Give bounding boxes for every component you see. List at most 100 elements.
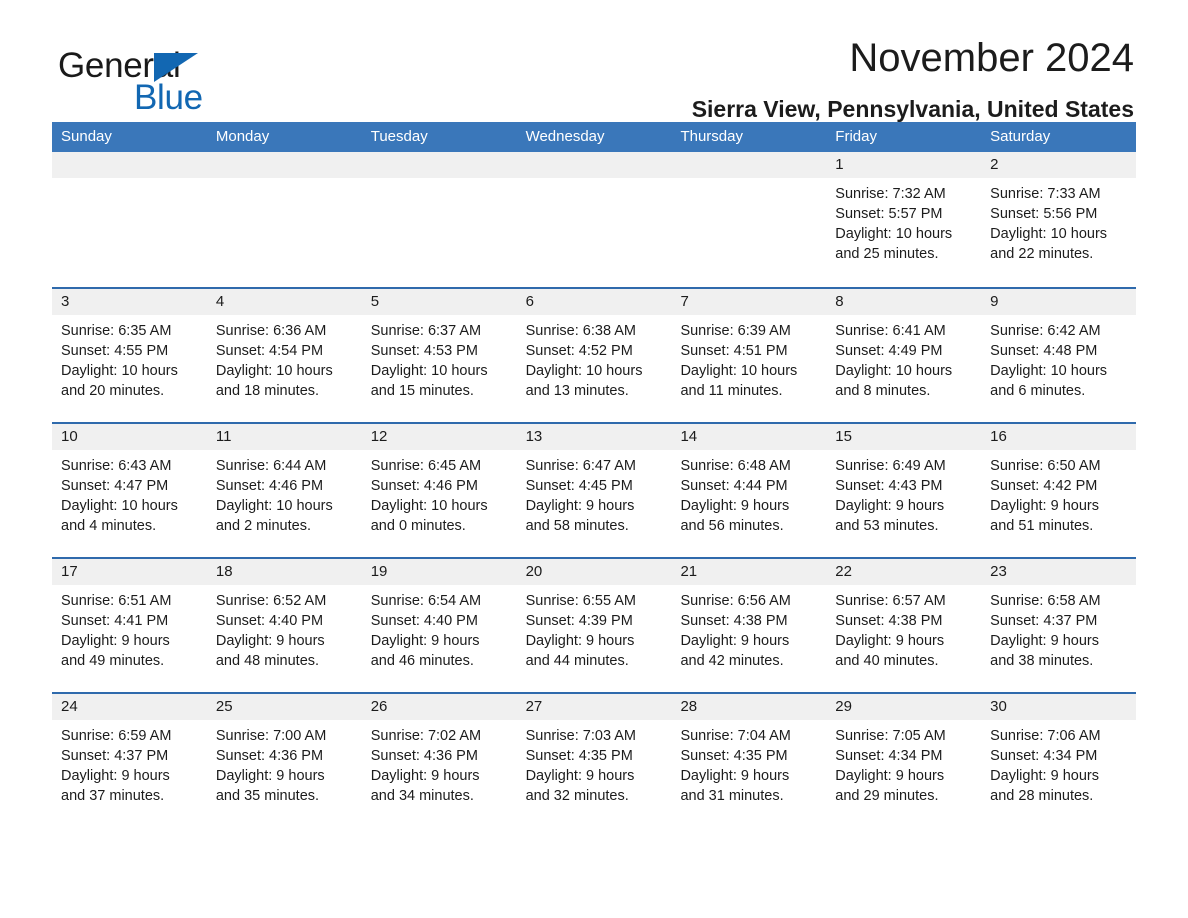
daylight-text-line2: and 58 minutes. (525, 518, 629, 534)
day-info: Sunrise: 6:42 AM Sunset: 4:48 PM Dayligh… (981, 315, 1136, 401)
day-cell[interactable]: 14 Sunrise: 6:48 AM Sunset: 4:44 PM Dayl… (671, 424, 827, 557)
day-number: 23 (981, 559, 1137, 585)
day-number: 14 (671, 424, 827, 450)
day-info: Sunrise: 6:49 AM Sunset: 4:43 PM Dayligh… (826, 450, 981, 536)
sunrise-text: Sunrise: 7:02 AM (370, 728, 482, 744)
day-info: Sunrise: 6:38 AM Sunset: 4:52 PM Dayligh… (517, 315, 672, 401)
day-info: Sunrise: 7:00 AM Sunset: 4:36 PM Dayligh… (207, 720, 362, 806)
day-cell (52, 152, 207, 287)
day-number: 27 (516, 694, 672, 720)
day-number: 16 (981, 424, 1137, 450)
sunrise-text: Sunrise: 6:58 AM (990, 593, 1101, 609)
daylight-text-line1: Daylight: 10 hours (370, 498, 488, 514)
day-number: 2 (981, 152, 1137, 178)
day-info: Sunrise: 7:02 AM Sunset: 4:36 PM Dayligh… (362, 720, 517, 806)
day-cell[interactable]: 29 Sunrise: 7:05 AM Sunset: 4:34 PM Dayl… (826, 694, 982, 827)
sunrise-text: Sunrise: 6:45 AM (370, 458, 482, 474)
day-cell[interactable]: 18 Sunrise: 6:52 AM Sunset: 4:40 PM Dayl… (206, 559, 362, 692)
day-cell[interactable]: 25 Sunrise: 7:00 AM Sunset: 4:36 PM Dayl… (206, 694, 362, 827)
sunset-text: Sunset: 4:34 PM (990, 748, 1098, 764)
daylight-text-line1: Daylight: 9 hours (61, 633, 170, 649)
daylight-text-line2: and 2 minutes. (215, 518, 311, 534)
daylight-text-line2: and 56 minutes. (680, 518, 784, 534)
day-cell[interactable]: 13 Sunrise: 6:47 AM Sunset: 4:45 PM Dayl… (516, 424, 672, 557)
sunset-text: Sunset: 4:53 PM (370, 343, 478, 359)
daylight-text-line1: Daylight: 10 hours (680, 363, 798, 379)
day-number: 8 (826, 289, 982, 315)
day-number: 10 (52, 424, 207, 450)
daylight-text-line2: and 8 minutes. (835, 383, 931, 399)
day-cell[interactable]: 24 Sunrise: 6:59 AM Sunset: 4:37 PM Dayl… (52, 694, 207, 827)
day-cell[interactable]: 17 Sunrise: 6:51 AM Sunset: 4:41 PM Dayl… (52, 559, 207, 692)
day-number: 21 (671, 559, 827, 585)
day-number: 28 (671, 694, 827, 720)
day-info: Sunrise: 6:35 AM Sunset: 4:55 PM Dayligh… (52, 315, 207, 401)
day-cell[interactable]: 9 Sunrise: 6:42 AM Sunset: 4:48 PM Dayli… (981, 289, 1137, 422)
sunrise-text: Sunrise: 7:32 AM (835, 186, 946, 202)
sunset-text: Sunset: 4:37 PM (990, 613, 1098, 629)
day-cell[interactable]: 2 Sunrise: 7:33 AM Sunset: 5:56 PM Dayli… (981, 152, 1137, 287)
logo-text-blue: Blue (134, 78, 203, 117)
daylight-text-line1: Daylight: 9 hours (370, 768, 480, 784)
sunset-text: Sunset: 4:41 PM (61, 613, 169, 629)
day-cell[interactable]: 27 Sunrise: 7:03 AM Sunset: 4:35 PM Dayl… (516, 694, 672, 827)
daylight-text-line1: Daylight: 10 hours (835, 363, 953, 379)
day-number: 25 (206, 694, 362, 720)
daylight-text-line1: Daylight: 10 hours (990, 363, 1108, 379)
day-cell[interactable]: 10 Sunrise: 6:43 AM Sunset: 4:47 PM Dayl… (52, 424, 207, 557)
day-number (671, 152, 827, 178)
daylight-text-line1: Daylight: 9 hours (990, 768, 1099, 784)
daylight-text-line1: Daylight: 10 hours (370, 363, 488, 379)
day-cell (361, 152, 517, 287)
day-cell[interactable]: 26 Sunrise: 7:02 AM Sunset: 4:36 PM Dayl… (361, 694, 517, 827)
day-cell[interactable]: 5 Sunrise: 6:37 AM Sunset: 4:53 PM Dayli… (361, 289, 517, 422)
day-info: Sunrise: 6:39 AM Sunset: 4:51 PM Dayligh… (671, 315, 826, 401)
daylight-text-line1: Daylight: 9 hours (835, 633, 945, 649)
daylight-text-line1: Daylight: 10 hours (215, 498, 333, 514)
daylight-text-line2: and 6 minutes. (990, 383, 1086, 399)
daylight-text-line2: and 42 minutes. (680, 653, 784, 669)
day-cell[interactable]: 21 Sunrise: 6:56 AM Sunset: 4:38 PM Dayl… (671, 559, 827, 692)
page-header: General Blue November 2024 Sierra View, … (52, 0, 1136, 122)
day-cell[interactable]: 20 Sunrise: 6:55 AM Sunset: 4:39 PM Dayl… (516, 559, 672, 692)
daylight-text-line1: Daylight: 9 hours (370, 633, 480, 649)
daylight-text-line2: and 53 minutes. (835, 518, 939, 534)
day-info: Sunrise: 6:54 AM Sunset: 4:40 PM Dayligh… (362, 585, 517, 671)
day-number: 30 (981, 694, 1137, 720)
weekday-header-row: Sunday Monday Tuesday Wednesday Thursday… (52, 122, 1136, 152)
day-number (206, 152, 362, 178)
sunrise-text: Sunrise: 6:50 AM (990, 458, 1101, 474)
day-cell[interactable]: 7 Sunrise: 6:39 AM Sunset: 4:51 PM Dayli… (671, 289, 827, 422)
day-cell[interactable]: 19 Sunrise: 6:54 AM Sunset: 4:40 PM Dayl… (361, 559, 517, 692)
day-cell[interactable]: 28 Sunrise: 7:04 AM Sunset: 4:35 PM Dayl… (671, 694, 827, 827)
daylight-text-line2: and 35 minutes. (215, 788, 320, 804)
day-cell (206, 152, 362, 287)
sunrise-text: Sunrise: 6:43 AM (61, 458, 172, 474)
day-cell[interactable]: 15 Sunrise: 6:49 AM Sunset: 4:43 PM Dayl… (826, 424, 982, 557)
sunset-text: Sunset: 4:42 PM (990, 478, 1098, 494)
day-cell[interactable]: 4 Sunrise: 6:36 AM Sunset: 4:54 PM Dayli… (206, 289, 362, 422)
day-number: 13 (516, 424, 672, 450)
daylight-text-line1: Daylight: 9 hours (215, 633, 325, 649)
day-cell[interactable]: 12 Sunrise: 6:45 AM Sunset: 4:46 PM Dayl… (361, 424, 517, 557)
sunrise-text: Sunrise: 7:03 AM (525, 728, 636, 744)
daylight-text-line1: Daylight: 9 hours (61, 768, 170, 784)
day-number (52, 152, 207, 178)
daylight-text-line1: Daylight: 10 hours (525, 363, 643, 379)
day-cell[interactable]: 23 Sunrise: 6:58 AM Sunset: 4:37 PM Dayl… (981, 559, 1137, 692)
day-cell[interactable]: 1 Sunrise: 7:32 AM Sunset: 5:57 PM Dayli… (826, 152, 982, 287)
day-cell[interactable]: 3 Sunrise: 6:35 AM Sunset: 4:55 PM Dayli… (52, 289, 207, 422)
daylight-text-line1: Daylight: 9 hours (990, 633, 1099, 649)
day-cell[interactable]: 22 Sunrise: 6:57 AM Sunset: 4:38 PM Dayl… (826, 559, 982, 692)
weekday-header-thursday: Thursday (680, 128, 743, 145)
day-cell[interactable]: 8 Sunrise: 6:41 AM Sunset: 4:49 PM Dayli… (826, 289, 982, 422)
day-number: 4 (206, 289, 362, 315)
day-cell[interactable]: 16 Sunrise: 6:50 AM Sunset: 4:42 PM Dayl… (981, 424, 1137, 557)
sunrise-text: Sunrise: 6:54 AM (370, 593, 482, 609)
day-info: Sunrise: 7:05 AM Sunset: 4:34 PM Dayligh… (826, 720, 981, 806)
day-number: 15 (826, 424, 982, 450)
day-cell[interactable]: 30 Sunrise: 7:06 AM Sunset: 4:34 PM Dayl… (981, 694, 1137, 827)
day-info: Sunrise: 7:32 AM Sunset: 5:57 PM Dayligh… (826, 178, 981, 264)
day-cell[interactable]: 6 Sunrise: 6:38 AM Sunset: 4:52 PM Dayli… (516, 289, 672, 422)
day-cell[interactable]: 11 Sunrise: 6:44 AM Sunset: 4:46 PM Dayl… (206, 424, 362, 557)
